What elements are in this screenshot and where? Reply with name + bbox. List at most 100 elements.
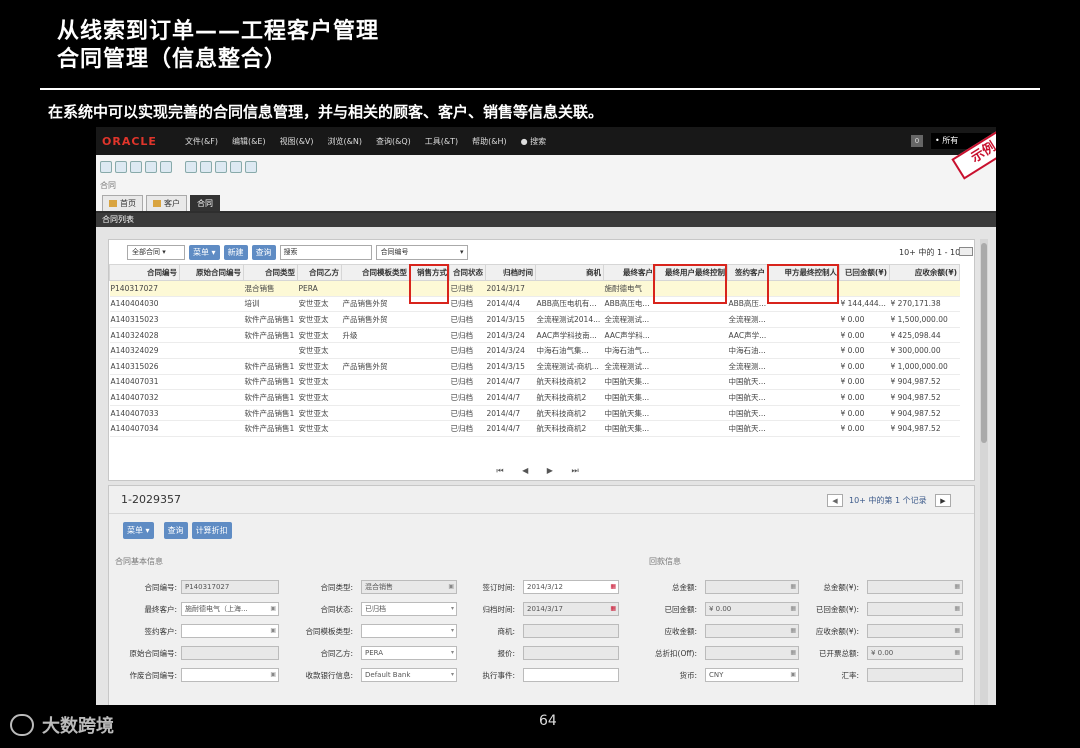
breadcrumb[interactable]: 合同 [96,179,996,193]
column-header[interactable]: 应收余额(¥) [889,264,960,281]
clock-icon[interactable] [230,161,242,173]
column-header[interactable]: 销售方式 [409,264,450,281]
calculator-icon[interactable]: ▦ [954,647,960,659]
print-icon[interactable] [215,161,227,173]
prev-record-button[interactable]: ◀ [827,494,843,507]
menu-help[interactable]: 帮助(&H) [472,136,507,147]
column-header[interactable]: 最终客户 [603,264,656,281]
menu-file[interactable]: 文件(&F) [185,136,218,147]
original-no-field[interactable] [181,646,279,660]
pager[interactable]: ⏮ ◀ ▶ ⏭ [109,462,974,480]
note-icon[interactable] [200,161,212,173]
table-cell: PERA [297,280,342,297]
table-row[interactable]: A140324029 安世亚太 已归档 2014/3/24 中海石油气集... 中海石油气… [109,342,960,359]
column-header[interactable]: 合同编号 [109,264,180,281]
total-cny-field[interactable]: ▦ [867,580,963,594]
calculator-icon[interactable]: ▦ [954,625,960,637]
tab-contracts[interactable]: 合同 [190,195,220,211]
table-cell: 2014/3/15 [485,311,536,328]
column-header[interactable]: 合同乙方 [297,264,342,281]
column-header[interactable]: 合同类型 [243,264,298,281]
menu-view[interactable]: 视图(&V) [280,136,314,147]
table-cell: AAC声学科... [603,327,656,344]
paste-icon[interactable] [145,161,157,173]
menu-search[interactable]: ● 搜索 [521,136,547,147]
vertical-scrollbar[interactable] [980,239,988,705]
calc-discount-button[interactable]: 计算折扣 [191,522,232,539]
final-customer-field[interactable]: 施耐德电气（上海... ▣ [181,602,279,616]
calendar-icon[interactable]: ▦ [610,603,616,615]
paid-cny-field[interactable]: ▦ [867,602,963,616]
column-header[interactable]: 合同模板类型 [341,264,410,281]
slide-subtitle: 在系统中可以实现完善的合同信息管理，并与相关的顾客、客户、销售等信息关联。 [48,103,604,121]
column-header[interactable]: 甲方最终控制人 [767,264,840,281]
table-cell: 2014/3/24 [485,342,536,359]
copy-icon[interactable] [130,161,142,173]
detail-query-button[interactable]: 查询 [163,522,188,539]
scope-select[interactable]: 全部合同 ▾ [127,244,185,260]
void-no-field[interactable]: ▣ [181,668,279,682]
calculator-icon[interactable]: ▦ [954,581,960,593]
opportunity-field[interactable] [523,624,619,638]
new-button[interactable]: 新建 [223,244,248,260]
menu-navigate[interactable]: 浏览(&N) [328,136,362,147]
search-icon[interactable] [100,161,112,173]
query-button[interactable]: 查询 [251,244,276,260]
menu-query[interactable]: 查询(&Q) [376,136,411,147]
table-row[interactable]: A140407032 软件产品销售1 安世亚太 已归档 2014/4/7 航天科技商机2 中… [109,389,960,406]
table-cell: ¥ 300,000.00 [889,342,960,359]
quote-field[interactable] [523,646,619,660]
balance-cny-field[interactable]: ▦ [867,624,963,638]
menu-edit[interactable]: 编辑(&E) [232,136,266,147]
column-header[interactable]: 原始合同编号 [179,264,244,281]
column-header[interactable]: 最终用户最终控制 [655,264,728,281]
chart-icon[interactable] [245,161,257,173]
calculator-icon[interactable]: ▦ [954,603,960,615]
invoiced-field[interactable]: ¥ 0.00 ▦ [867,646,963,660]
globe-icon[interactable] [160,161,172,173]
table-cell: ¥ 0.00 [839,327,890,344]
table-cell [179,327,244,344]
table-cell [767,358,840,375]
document-icon[interactable] [185,161,197,173]
menu-button[interactable]: 菜单 ▾ [189,244,220,260]
table-row[interactable]: A140404030 培训 安世亚太 产品销售外贸 已归档 2014/4/4 ABB高压电机… [109,296,960,313]
table-cell [767,342,840,359]
page-options-icon[interactable] [959,247,973,256]
field-select[interactable]: 合同编号 ▾ [375,244,468,260]
table-cell [409,311,450,328]
table-row[interactable]: A140315026 软件产品销售1 安世亚太 产品销售外贸 已归档 2014/3/15 全… [109,358,960,375]
exchange-rate-field[interactable] [867,668,963,682]
notification-count[interactable]: 0 [911,135,923,147]
archive-time-field[interactable]: 2014/3/17 ▦ [523,602,619,616]
table-row[interactable]: A140407033 软件产品销售1 安世亚太 已归档 2014/4/7 航天科技商机2 中… [109,405,960,422]
table-row[interactable]: A140315023 软件产品销售1 安世亚太 产品销售外贸 已归档 2014/3/15 全… [109,311,960,328]
table-cell: ¥ 0.00 [839,389,890,406]
sign-time-field[interactable]: 2014/3/12 ▦ [523,580,619,594]
title-divider [40,88,1040,90]
column-header[interactable]: 商机 [535,264,604,281]
column-header[interactable]: 已回金额(¥) [839,264,890,281]
next-record-button[interactable]: ▶ [935,494,951,507]
detail-menu-button[interactable]: 菜单 ▾ [123,522,154,539]
column-header[interactable]: 合同状态 [449,264,486,281]
signing-customer-field[interactable]: ▣ [181,624,279,638]
table-row[interactable]: P140317027 混合销售 PERA 已归档 2014/3/17 施耐德电气 [109,280,960,297]
search-input[interactable]: 搜索 [279,244,372,260]
table-row[interactable]: A140407034 软件产品销售1 安世亚太 已归档 2014/4/7 航天科技商机2 中… [109,420,960,437]
tab-home[interactable]: 首页 [102,195,143,211]
scroll-thumb[interactable] [981,243,987,443]
table-row[interactable]: A140324028 软件产品销售1 安世亚太 升级 已归档 2014/3/24 AAC声学… [109,327,960,344]
exec-event-field[interactable] [523,668,619,682]
menu-tools[interactable]: 工具(&T) [425,136,458,147]
contract-no-field[interactable]: P140317027 [181,580,279,594]
column-header[interactable]: 签约客户 [727,264,768,281]
table-cell: A140324029 [109,342,180,359]
table-cell: 产品销售外贸 [341,296,410,313]
column-header[interactable]: 归档时间 [485,264,536,281]
advanced-search-icon[interactable] [115,161,127,173]
calendar-icon[interactable]: ▦ [610,581,616,593]
tab-customers[interactable]: 客户 [146,195,187,211]
table-cell [767,311,840,328]
table-row[interactable]: A140407031 软件产品销售1 安世亚太 已归档 2014/4/7 航天科技商机2 中… [109,374,960,391]
